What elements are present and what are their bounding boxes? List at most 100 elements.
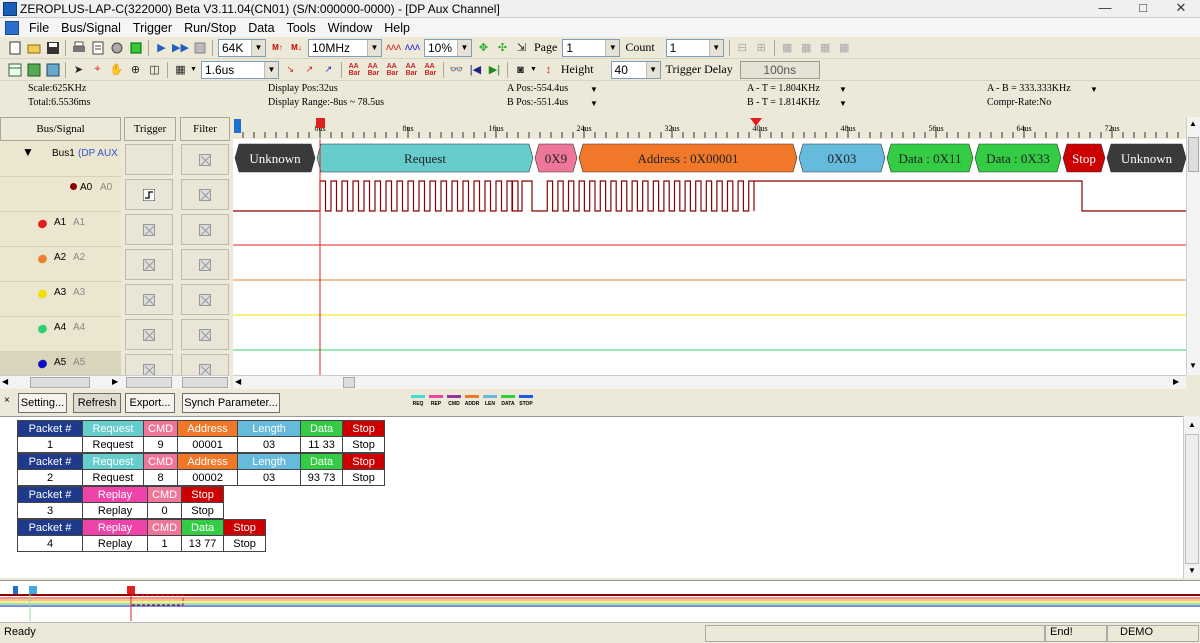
overview-cursor-a[interactable] [13,586,18,594]
list-icon[interactable] [25,61,42,78]
table-icon[interactable] [6,61,23,78]
bus-c-icon[interactable]: AA Bar [384,61,401,78]
packet-value-row[interactable]: 4 Replay 1 13 77 Stop [17,535,267,552]
bus1-row[interactable]: ▼ Bus1 (DP AUX C [0,142,230,177]
channel-a0-filter-cell[interactable] [181,179,229,210]
waveform-vertical-scrollbar[interactable]: ▲ ▼ [1186,117,1200,375]
packet-table[interactable]: Packet # Replay CMD Stop 3 Replay 0 Stop [17,486,225,519]
scroll-right-icon[interactable]: ▶ [112,377,118,386]
close-panel-icon[interactable]: × [4,395,10,406]
scroll-right-icon[interactable]: ▶ [1173,377,1179,386]
cursor-b-icon[interactable]: ↗ [301,61,318,78]
maximize-button[interactable]: □ [1124,0,1162,18]
channel-a5-filter-cell[interactable] [181,354,229,375]
grid-b-icon[interactable]: ▦ [798,39,815,56]
count-select[interactable]: 1 ▼ [665,38,724,57]
align-icon[interactable]: ⊟ [734,39,751,56]
signal-panel-scrollbar[interactable]: ◀ ▶ [0,375,230,389]
packet-value-row[interactable]: 1 Request 9 00001 03 11 33 Stop [17,436,386,453]
packet-list-scrollbar[interactable]: ▲ ▼ [1183,416,1200,578]
clipboard-icon[interactable] [89,39,106,56]
channel-a4-trigger-cell[interactable] [125,319,173,350]
menu-bus-signal[interactable]: Bus/Signal [55,21,127,35]
menu-trigger[interactable]: Trigger [127,21,178,35]
packet-table[interactable]: Packet # Replay CMD Data Stop 4 Replay 1 13 77 St… [17,519,267,552]
overview-canvas[interactable] [0,581,1200,623]
camera-icon[interactable]: ◙ [512,61,529,78]
vertical-scroll-thumb[interactable] [1185,434,1199,564]
run-icon[interactable]: ▶ [153,39,170,56]
waveform-blue-icon[interactable]: ʌʌʌ [404,39,421,56]
print-icon[interactable] [70,39,87,56]
scroll-down-icon[interactable]: ▼ [1189,361,1197,370]
channel-a1-trigger-cell[interactable] [125,214,173,245]
channel-row-a0[interactable]: A0 A0 [0,177,230,212]
synch-parameter-button[interactable]: Synch Parameter... [182,393,280,413]
waveform-horizontal-scrollbar[interactable]: ◀ ▶ [233,375,1186,389]
overview-trigger-marker[interactable] [127,586,135,594]
scroll-left-icon[interactable]: ◀ [235,377,241,386]
bus1-trigger-cell[interactable] [125,144,173,175]
open-folder-icon[interactable] [25,39,42,56]
label-icon[interactable]: ⌖ [89,61,106,78]
overview-strip[interactable] [0,580,1200,623]
zoom-in-icon[interactable]: ✥ [475,39,492,56]
cursor-a-icon[interactable]: ↘ [282,61,299,78]
zoom-area-icon[interactable]: ⊕ [127,61,144,78]
bus-e-icon[interactable]: AA Bar [422,61,439,78]
refresh-button[interactable]: Refresh [73,393,121,413]
channel-a1-filter-cell[interactable] [181,214,229,245]
run-repeat-icon[interactable]: ▶▶ [172,39,189,56]
grid-d-icon[interactable]: ▦ [836,39,853,56]
channel-a0-trigger-cell[interactable] [125,179,173,210]
trigger-delay-field[interactable]: 100ns [739,60,820,79]
close-button[interactable]: ✕ [1162,0,1200,18]
packet-table[interactable]: Packet # Request CMD Address Length Data Stop 1… [17,420,386,453]
waveform-canvas[interactable]: Unknown Request 0X9 Address : 0X00001 0X03 Da… [233,139,1186,375]
bus1-filter-cell[interactable] [181,144,229,175]
height-select[interactable]: 40 ▼ [610,60,661,79]
settings-icon[interactable] [108,39,125,56]
export-icon[interactable] [44,61,61,78]
sample-rate-select[interactable]: 10MHz ▼ [308,38,382,57]
scroll-down-icon[interactable]: ▼ [1188,566,1196,575]
filter-column-header[interactable]: Filter [180,117,230,141]
channel-a3-trigger-cell[interactable] [125,284,173,315]
minimize-button[interactable]: — [1086,0,1124,18]
bus-b-icon[interactable]: AA Bar [365,61,382,78]
cursor-arrow-icon[interactable]: ➤ [70,61,87,78]
b-pos-dropdown-icon[interactable]: ▼ [590,99,598,108]
bookmark-icon[interactable]: ⊞ [753,39,770,56]
menu-data[interactable]: Data [242,21,280,35]
channel-row-a5[interactable]: A5 A5 [0,352,230,375]
b-t-dropdown-icon[interactable]: ▼ [839,99,847,108]
memory-select[interactable]: 64K ▼ [218,38,266,57]
setting-button[interactable]: Setting... [18,393,67,413]
waveform-red-icon[interactable]: ʌʌʌ [385,39,402,56]
chip-icon[interactable] [127,39,144,56]
menu-run-stop[interactable]: Run/Stop [178,21,242,35]
channel-a2-trigger-cell[interactable] [125,249,173,280]
grid-c-icon[interactable]: ▦ [817,39,834,56]
scroll-left-icon[interactable]: ◀ [2,377,8,386]
page-select[interactable]: 1 ▼ [562,38,621,57]
search-prev-icon[interactable]: |◀ [467,61,484,78]
packet-value-row[interactable]: 3 Replay 0 Stop [17,502,225,519]
bus-a-icon[interactable]: AA Bar [346,61,363,78]
filter-scroll-thumb[interactable] [182,377,228,388]
hand-icon[interactable]: ✋ [108,61,125,78]
scroll-up-icon[interactable]: ▲ [1189,119,1197,128]
packet-value-row[interactable]: 2 Request 8 00002 03 93 73 Stop [17,469,386,486]
a-b-dropdown-icon[interactable]: ▼ [1090,85,1098,94]
resolution-select[interactable]: 1.6us ▼ [200,60,279,79]
zoom-select[interactable]: 10% ▼ [424,38,472,57]
channel-a4-filter-cell[interactable] [181,319,229,350]
scroll-thumb[interactable] [30,377,90,388]
vertical-scroll-thumb[interactable] [1188,137,1199,172]
page-icon[interactable]: ⇲ [513,39,530,56]
height-icon[interactable]: ↕ [540,61,557,78]
m-up-icon[interactable]: M↑ [269,39,286,56]
packet-table[interactable]: Packet # Request CMD Address Length Data Stop 2… [17,453,386,486]
menu-window[interactable]: Window [322,21,378,35]
channel-row-a3[interactable]: A3 A3 [0,282,230,317]
